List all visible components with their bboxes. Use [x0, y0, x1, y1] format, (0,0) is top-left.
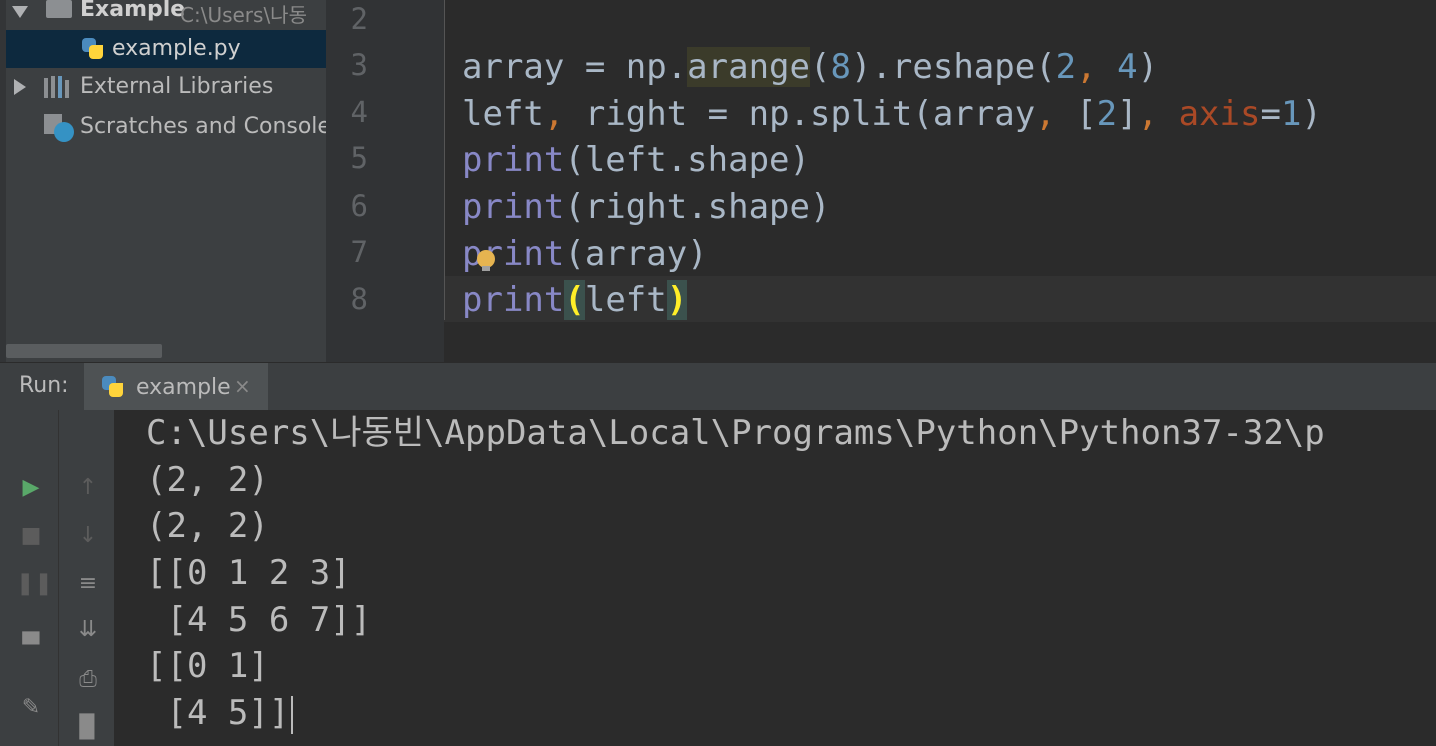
tree-item-example-py[interactable]: example.py: [6, 30, 326, 68]
code-comma: ,: [1137, 94, 1159, 134]
code-number: 1: [1280, 94, 1302, 134]
console-line: [4 5 6 7]]: [146, 600, 372, 640]
run-toolbar-primary: ▶ ■ ❚❚ ▀ ✎: [0, 410, 58, 746]
code-line-4[interactable]: left, right = np.split(array, [2], axis=…: [462, 91, 1322, 137]
project-panel: Example C:\Users\나동 example.py External …: [0, 0, 326, 362]
console-line: (2, 2): [146, 506, 269, 546]
close-icon[interactable]: ×: [234, 374, 251, 398]
text-caret: [291, 695, 294, 734]
line-number-4: 4: [350, 95, 368, 129]
run-console[interactable]: C:\Users\나동빈\AppData\Local\Programs\Pyth…: [114, 410, 1436, 746]
rerun-play-icon[interactable]: ▶: [16, 476, 46, 500]
console-line: (2, 2): [146, 460, 269, 500]
print-icon[interactable]: ⎙: [73, 668, 103, 692]
code-number: 2: [1096, 94, 1118, 134]
folder-icon: [46, 0, 72, 18]
run-header: Run: example ×: [0, 362, 1436, 411]
code-line-3[interactable]: array = np.arange(8).reshape(2, 4): [462, 44, 1158, 90]
console-line: C:\Users\나동빈\AppData\Local\Programs\Pyth…: [146, 413, 1325, 453]
library-icon: [44, 76, 72, 98]
expand-down-icon[interactable]: [12, 6, 28, 18]
code-builtin: print: [462, 280, 565, 320]
scratches-label: Scratches and Consoles: [80, 114, 326, 139]
pin-icon[interactable]: ✎: [16, 696, 46, 720]
project-root-name: Example: [80, 0, 186, 22]
code-token: (array): [564, 234, 708, 274]
horizontal-scrollbar[interactable]: [6, 344, 162, 358]
code-line-8[interactable]: print(left): [462, 277, 688, 323]
layout-icon[interactable]: ▀: [16, 634, 46, 658]
pause-icon[interactable]: ❚❚: [16, 572, 53, 596]
console-line: [[0 1 2 3]: [146, 553, 351, 593]
code-token: ): [1137, 47, 1159, 87]
code-param: axis: [1178, 94, 1261, 134]
external-libraries-label: External Libraries: [80, 74, 274, 99]
project-root-path: C:\Users\나동: [180, 3, 307, 27]
run-toolbar-secondary: ↑ ↓ ≡ ⇊ ⎙ ▉: [58, 410, 115, 746]
console-line: [[0 1]: [146, 646, 269, 686]
run-tab-title: example: [136, 375, 231, 400]
code-token: left: [584, 280, 667, 320]
code-token: right = np.split(array: [564, 94, 1036, 134]
soft-wrap-icon[interactable]: ≡: [73, 572, 103, 596]
console-line-last: [4 5]]: [146, 690, 294, 736]
code-line-6[interactable]: print(right.shape): [462, 184, 830, 230]
code-line-7[interactable]: print(array): [462, 231, 708, 277]
scroll-to-end-icon[interactable]: ⇊: [73, 618, 103, 642]
code-number: 8: [830, 47, 851, 87]
trash-icon[interactable]: ▉: [73, 716, 103, 740]
code-builtin: print: [462, 140, 565, 180]
line-number-5: 5: [350, 141, 368, 175]
expand-right-icon[interactable]: [14, 79, 26, 95]
line-number-7: 7: [350, 235, 368, 269]
tree-item-scratches[interactable]: Scratches and Consoles: [6, 108, 326, 146]
code-comma: ,: [543, 94, 565, 134]
arrow-down-icon[interactable]: ↓: [73, 524, 103, 548]
code-comma: ,: [1076, 47, 1118, 87]
code-token: (right.shape): [564, 187, 831, 227]
line-number-3: 3: [350, 48, 368, 82]
code-builtin: print: [462, 187, 565, 227]
brace-match-open: (: [564, 280, 585, 320]
code-token: (: [810, 47, 831, 87]
code-token: ]: [1117, 94, 1138, 134]
code-line-5[interactable]: print(left.shape): [462, 137, 810, 183]
code-token: =: [1260, 94, 1281, 134]
line-number-2: 2: [350, 2, 368, 36]
lightbulb-icon[interactable]: [477, 250, 495, 271]
code-token: (left.shape): [564, 140, 810, 180]
code-token: ): [1301, 94, 1322, 134]
file-name: example.py: [112, 36, 241, 61]
code-token: [: [1055, 94, 1097, 134]
run-label: Run:: [19, 373, 69, 398]
code-comma: ,: [1035, 94, 1056, 134]
stop-icon[interactable]: ■: [16, 524, 46, 548]
code-token: array = np.: [462, 47, 688, 87]
line-number-6: 6: [350, 189, 368, 223]
code-token-arange: arange: [687, 47, 810, 87]
code-editor[interactable]: 2 3 4 5 6 7 8 array = np.arange(8).resha…: [326, 0, 1436, 362]
scratches-icon: [44, 114, 74, 142]
code-token: ).reshape(: [850, 47, 1056, 87]
run-tool-window: Run: example × ▶ ■ ❚❚ ▀ ✎ ↑ ↓ ≡ ⇊ ⎙ ▉ C:…: [0, 362, 1436, 746]
code-number: 4: [1117, 47, 1138, 87]
gutter-divider: [444, 0, 445, 320]
code-token: left: [462, 94, 544, 134]
arrow-up-icon[interactable]: ↑: [73, 476, 103, 500]
tree-item-external-libraries[interactable]: External Libraries: [6, 68, 326, 106]
tree-item-example-root[interactable]: Example C:\Users\나동: [6, 0, 326, 30]
python-run-icon: [100, 374, 124, 398]
console-line-text: [4 5]]: [146, 693, 290, 733]
brace-match-close: ): [666, 280, 688, 320]
run-tab-example[interactable]: example ×: [84, 363, 268, 411]
python-file-icon: [80, 36, 104, 60]
code-number: 2: [1055, 47, 1077, 87]
line-number-8: 8: [350, 282, 368, 316]
